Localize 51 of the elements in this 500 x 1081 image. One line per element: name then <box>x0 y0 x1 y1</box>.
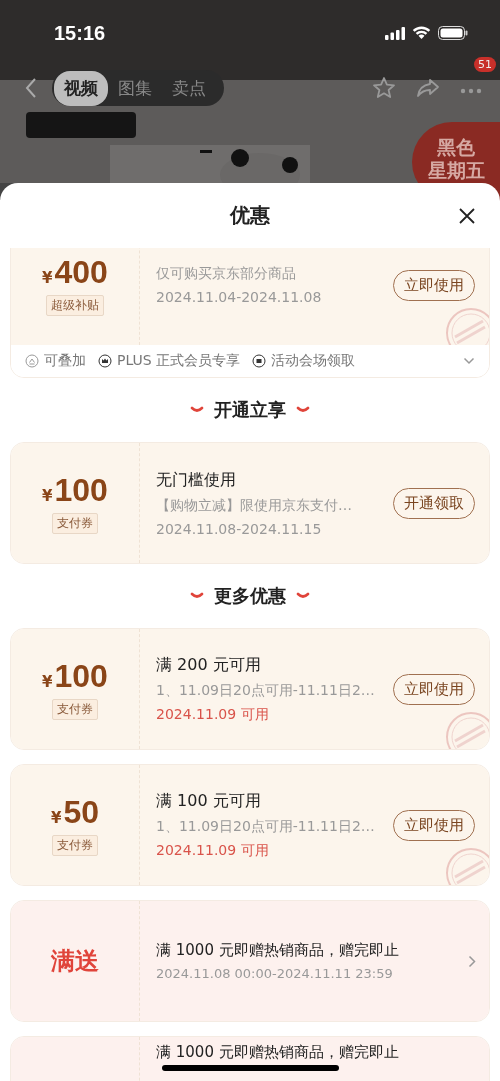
coupon-amount: ¥400 <box>42 254 108 291</box>
coupon-title: 满 100 元可用 <box>156 790 262 812</box>
media-tab[interactable]: 卖点 <box>162 70 216 106</box>
sheet-title: 优惠 <box>230 202 270 229</box>
crown-icon <box>98 354 112 368</box>
share-icon[interactable] <box>416 77 440 99</box>
status-time: 15:16 <box>54 21 106 45</box>
coupon-detail: 2024.11.09 可用 <box>156 705 270 724</box>
coupon-title: 满 1000 元即赠热销商品，赠完即止 <box>156 941 400 960</box>
coupon-type-tag: 支付券 <box>52 835 98 856</box>
expand-icon[interactable] <box>463 357 475 365</box>
coupon-type-tag: 支付券 <box>52 699 98 720</box>
coupon-title: 满 1000 元即赠热销商品，赠完即止 <box>156 1043 400 1062</box>
coupon-detail: 1、11.09日20点可用-11.11日2… <box>156 817 376 836</box>
star-icon[interactable] <box>372 76 396 100</box>
chevron-icon <box>296 406 310 414</box>
ticket-icon <box>252 354 267 368</box>
chevron-icon <box>190 406 204 414</box>
feature-label: 活动会场领取 <box>271 352 356 370</box>
feature-label: PLUS 正式会员专享 <box>117 352 241 370</box>
coupon-detail: 2024.11.09 可用 <box>156 841 270 860</box>
coupon-title: 满 200 元可用 <box>156 654 262 676</box>
section-heading: 开通立享 <box>214 398 286 422</box>
coupon-detail: 仅可购买京东部分商品 <box>156 265 297 283</box>
coupon-amount: ¥100 <box>42 658 108 695</box>
back-icon[interactable] <box>24 77 38 99</box>
coupon-detail: 2024.11.08 00:00-2024.11.11 23:59 <box>156 966 394 981</box>
media-tab[interactable]: 图集 <box>108 70 162 106</box>
coupon-detail: 【购物立减】限使用京东支付… <box>156 496 353 515</box>
promo-badge-text: 星期五 <box>427 159 485 182</box>
feature-label: 可叠加 <box>44 352 86 370</box>
media-tab[interactable]: 视频 <box>54 70 108 106</box>
chevron-right-icon[interactable] <box>468 954 476 968</box>
coupon-detail: 2024.11.04-2024.11.08 <box>156 289 323 305</box>
chevron-icon <box>296 592 310 600</box>
section-heading: 更多优惠 <box>214 584 286 608</box>
coupon-detail: 2024.11.08-2024.11.15 <box>156 520 323 537</box>
gift-label: 满送 <box>51 946 99 977</box>
battery-icon <box>438 26 468 40</box>
coupon-type-tag: 超级补贴 <box>46 295 104 316</box>
chevron-icon <box>190 592 204 600</box>
coupon-title: 无门槛使用 <box>156 469 237 491</box>
signal-icon <box>385 26 405 40</box>
promo-badge-text: 黑色 <box>437 136 475 159</box>
coupon-amount: ¥100 <box>42 472 108 509</box>
coupon-amount: ¥50 <box>51 794 99 831</box>
close-icon[interactable] <box>458 207 476 225</box>
stack-icon <box>25 354 39 368</box>
coupon-detail: 1、11.09日20点可用-11.11日2… <box>156 681 376 700</box>
coupon-type-tag: 支付券 <box>52 513 98 534</box>
wifi-icon <box>412 26 431 40</box>
